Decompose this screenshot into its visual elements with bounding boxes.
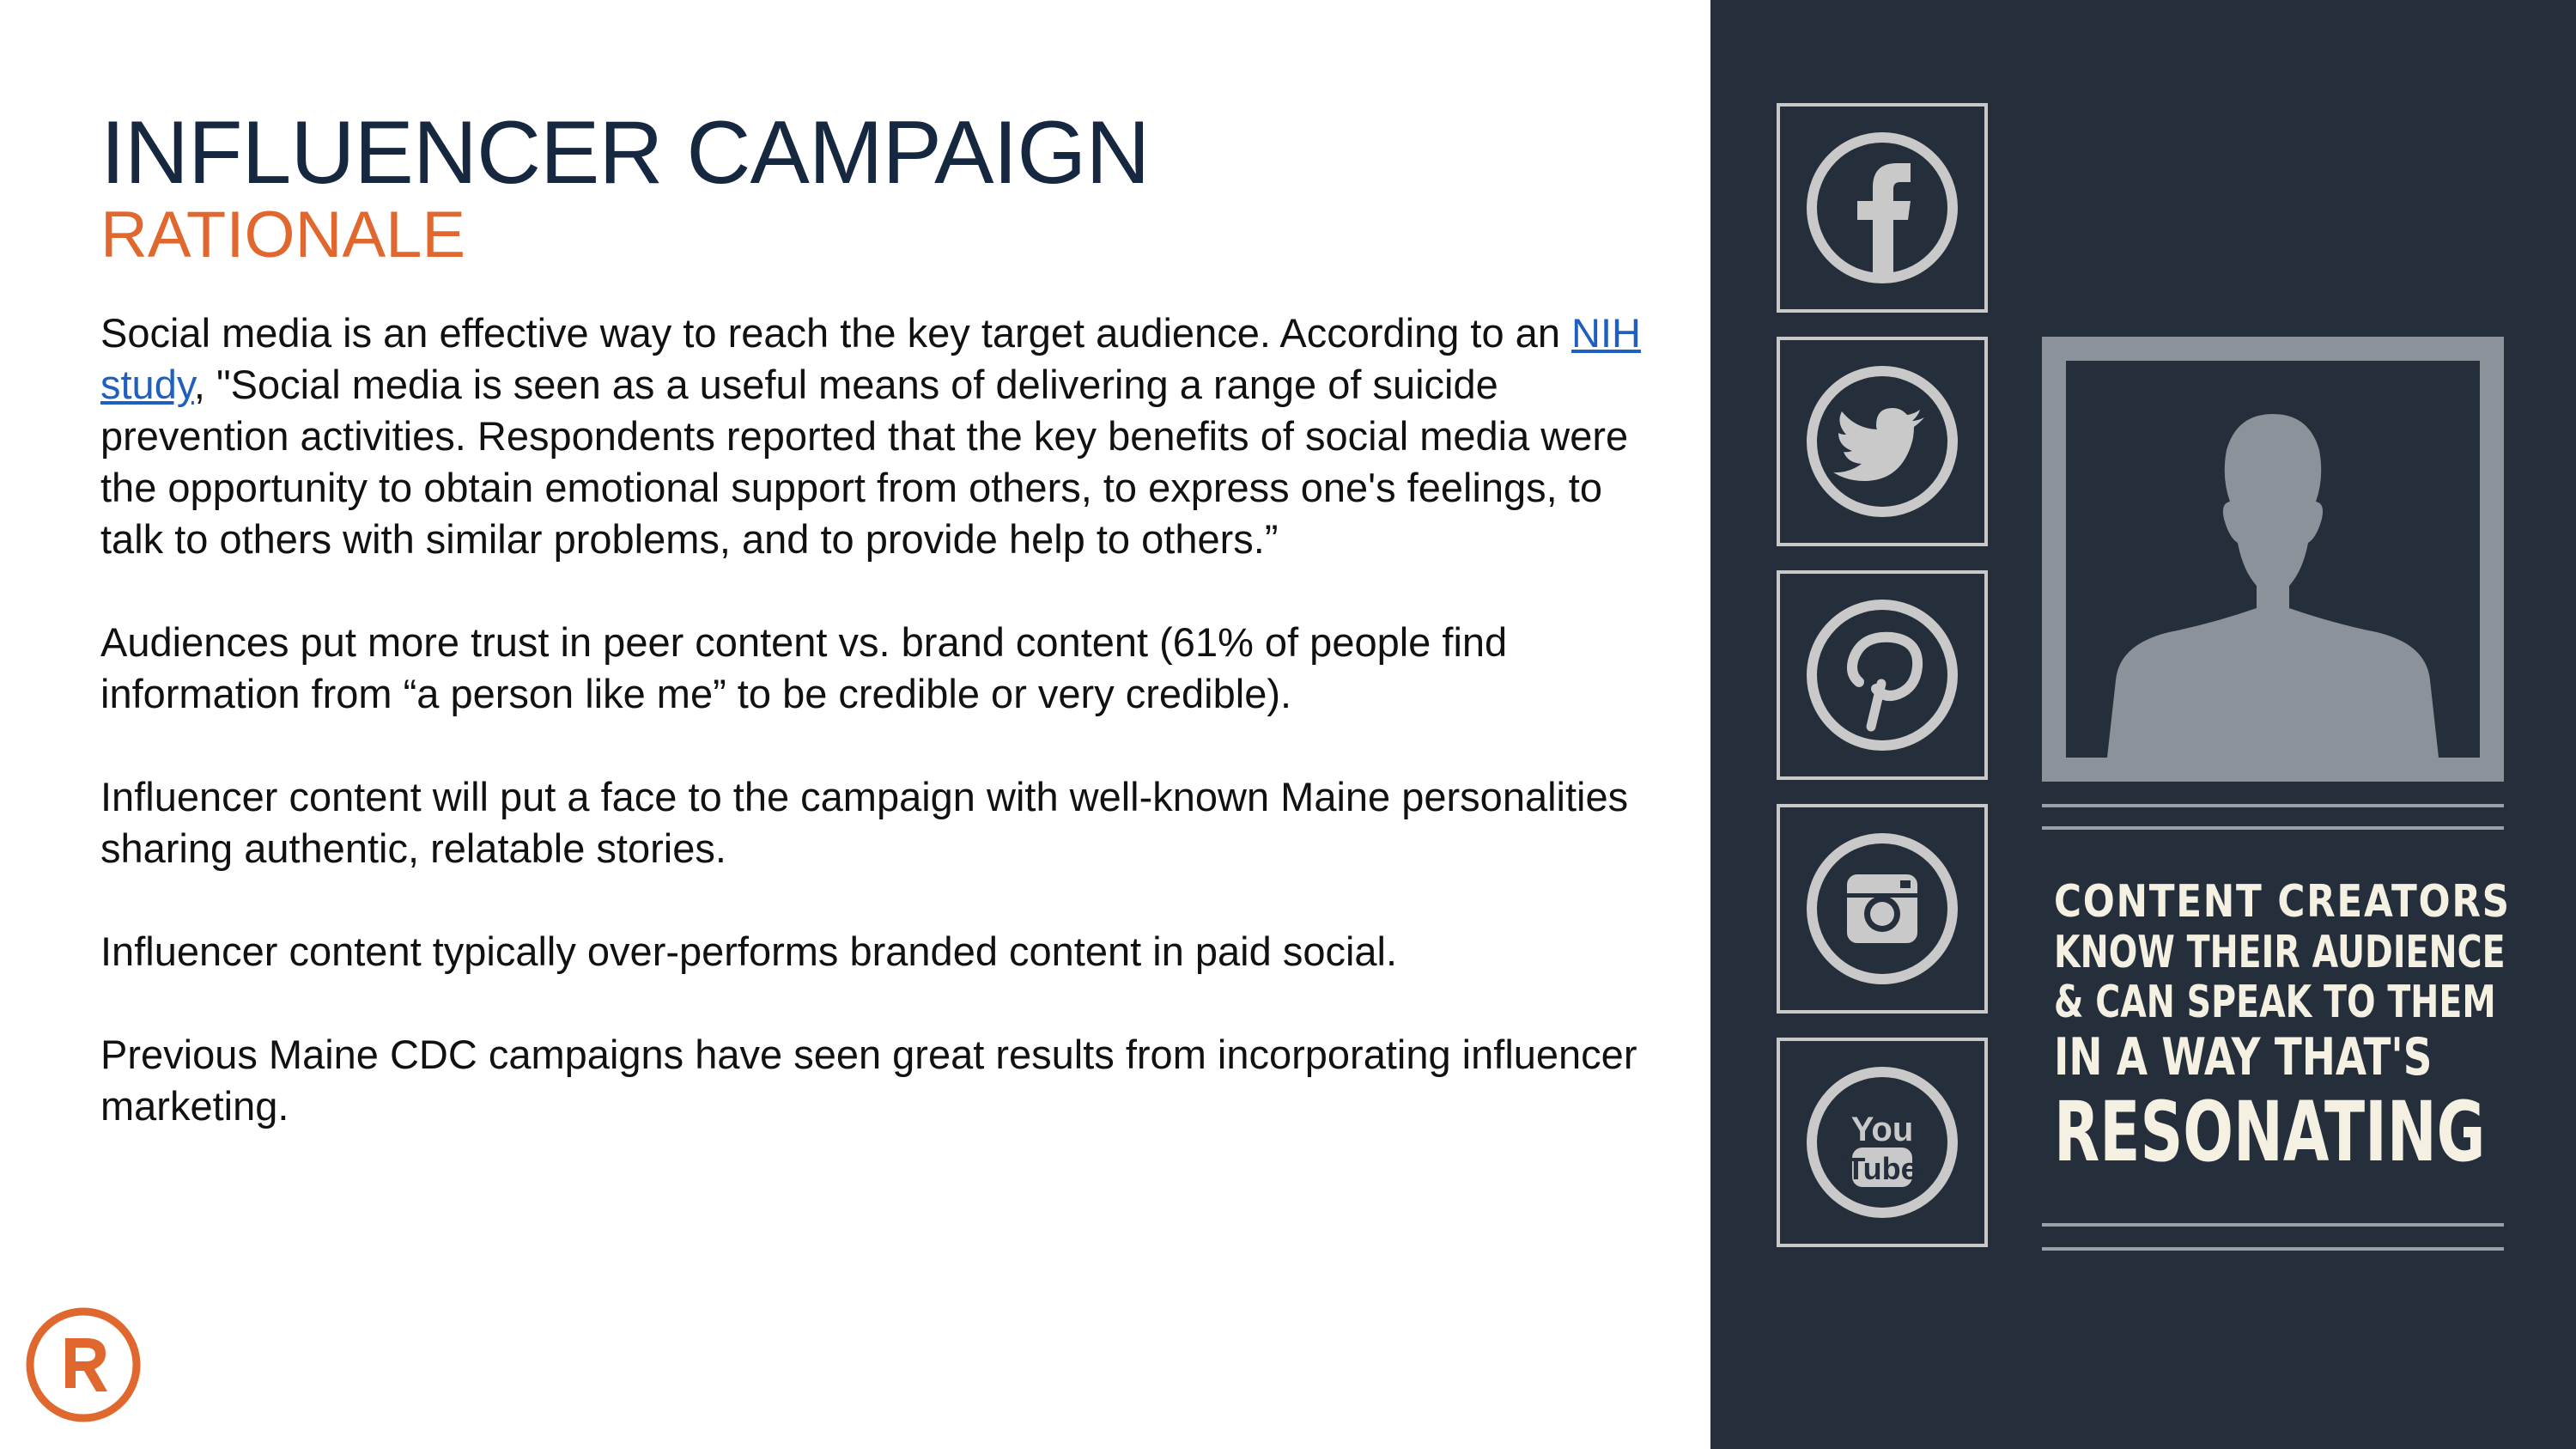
divider-bottom-2 <box>2042 1247 2504 1251</box>
pinterest-box <box>1777 570 1988 780</box>
slogan-line-1: CONTENT CREATORS <box>2054 876 2511 928</box>
paragraph-previous-campaigns: Previous Maine CDC campaigns have seen g… <box>100 1032 1637 1129</box>
youtube-text-bottom: Tube <box>1846 1151 1917 1186</box>
slide-subtitle: RATIONALE <box>100 198 466 271</box>
slogan-line-2: KNOW THEIR AUDIENCE <box>2054 927 2506 978</box>
slide-title: INFLUENCER CAMPAIGN <box>100 103 1150 203</box>
paragraph-quote: , "Social media is seen as a useful mean… <box>100 362 1629 562</box>
instagram-icon <box>1807 833 1958 984</box>
youtube-icon: You Tube <box>1807 1067 1958 1218</box>
slogan: CONTENT CREATORS KNOW THEIR AUDIENCE & C… <box>2054 876 2511 1180</box>
content-panel: INFLUENCER CAMPAIGN RATIONALE Social med… <box>0 0 1710 1449</box>
instagram-box <box>1777 804 1988 1014</box>
youtube-text-top: You <box>1851 1111 1914 1148</box>
paragraph-social-media: Social media is an effective way to reac… <box>100 307 1663 565</box>
slogan-line-4: IN A WAY THAT'S <box>2054 1027 2433 1087</box>
portrait-inner <box>2066 361 2480 758</box>
brand-logo <box>26 1307 141 1422</box>
person-silhouette-icon <box>2107 414 2439 758</box>
paragraph-face-to-campaign: Influencer content will put a face to th… <box>100 774 1629 871</box>
facebook-box <box>1777 103 1988 313</box>
body-text: Social media is an effective way to reac… <box>100 307 1663 1184</box>
pinterest-icon <box>1807 600 1958 751</box>
facebook-icon <box>1807 132 1958 283</box>
paragraph-lead: Social media is an effective way to reac… <box>100 310 1572 356</box>
slogan-line-3: & CAN SPEAK TO THEM <box>2054 977 2496 1028</box>
youtube-box: You Tube <box>1777 1038 1988 1247</box>
paragraph-over-performs: Influencer content typically over-perfor… <box>100 928 1398 974</box>
slogan-line-5: RESONATING <box>2054 1084 2486 1180</box>
portrait-frame <box>2042 337 2504 782</box>
divider-bottom <box>2042 1223 2504 1227</box>
divider-top <box>2042 804 2504 807</box>
divider-top-2 <box>2042 826 2504 830</box>
twitter-box <box>1777 337 1988 546</box>
paragraph-peer-trust: Audiences put more trust in peer content… <box>100 619 1508 716</box>
twitter-icon <box>1807 366 1958 517</box>
